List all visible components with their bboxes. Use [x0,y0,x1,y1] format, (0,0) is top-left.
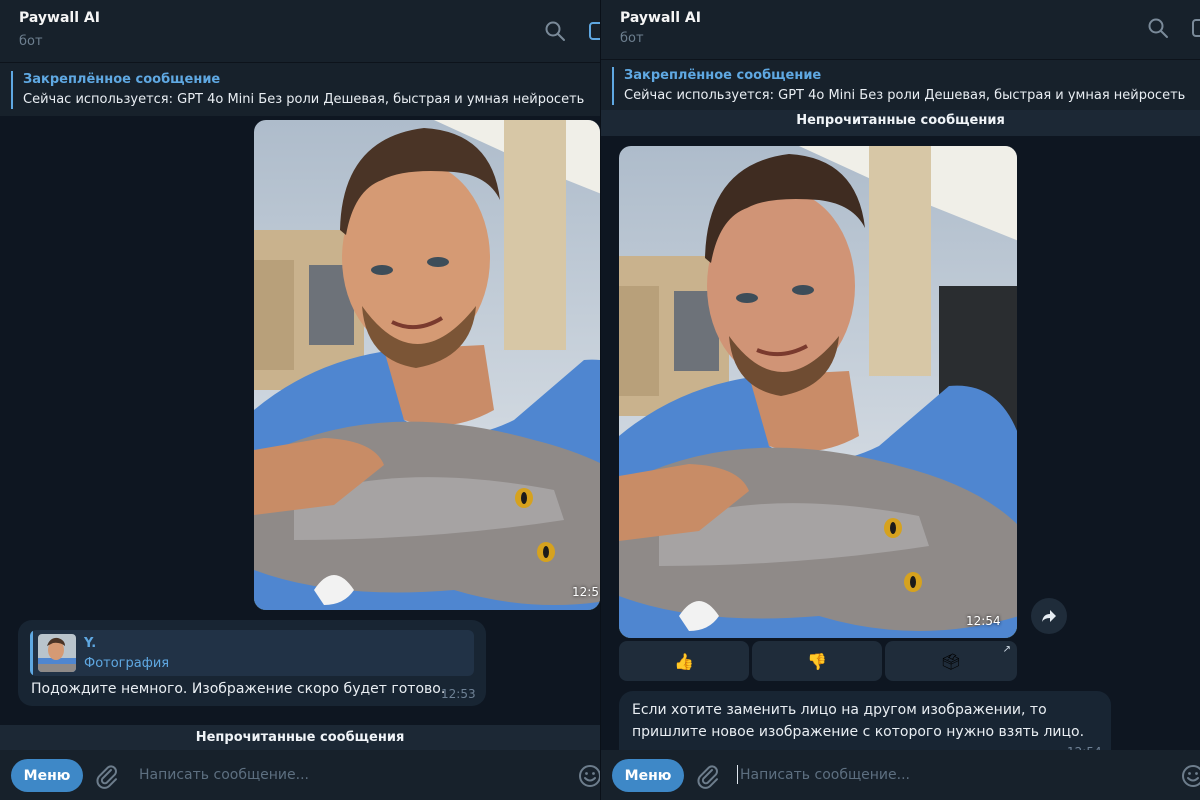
menu-button[interactable]: Меню [11,759,83,792]
menu-button[interactable]: Меню [612,759,684,792]
pinned-accent-bar [612,67,614,105]
pinned-text: Сейчас используется: GPT 4o Mini Без рол… [624,88,1186,103]
unread-messages-divider: Непрочитанные сообщения [0,725,600,751]
chat-subtitle: бот [19,34,43,49]
forward-button[interactable] [1031,598,1067,634]
forward-arrow-icon [1042,610,1056,622]
reply-thumbnail [38,634,76,672]
message-input[interactable]: Написать сообщение... [740,767,910,783]
pinned-text: Сейчас используется: GPT 4o Mini Без рол… [23,92,585,107]
thumbs-up-button[interactable]: 👍 [619,641,749,681]
thumbs-down-icon: 👎 [807,651,827,671]
emoji-icon[interactable] [577,763,600,789]
message-input[interactable]: Написать сообщение... [139,767,309,783]
thumbs-up-icon: 👍 [674,651,694,671]
search-icon[interactable] [544,20,566,42]
reply-accent-bar [30,630,33,676]
message-timestamp: 12:53 [441,687,476,701]
photo-man-with-cat-face-swapped [619,146,1017,638]
unread-messages-divider: Непрочитанные сообщения [601,110,1200,136]
photo-message[interactable]: 12:5 [254,120,600,610]
pinned-accent-bar [11,71,13,109]
pinned-title: Закреплённое сообщение [23,72,221,87]
message-input-bar: Меню Написать сообщение... [601,750,1200,800]
open-link-icon: ↗ [1002,644,1011,655]
photo-message[interactable]: 12:54 [619,146,1017,638]
reply-author: Y. [84,636,97,651]
paperclip-icon[interactable] [94,763,120,789]
chat-subtitle: бот [620,31,644,46]
emoji-icon[interactable] [1180,763,1200,789]
chat-window-right: Paywall AI бот Закреплённое сообщение Се… [600,0,1200,800]
search-icon[interactable] [1147,17,1169,39]
ballot-box-button[interactable]: 🗳 ↗ [885,641,1017,681]
message-text: Подождите немного. Изображение скоро буд… [31,681,446,697]
paperclip-icon[interactable] [695,763,721,789]
thumbs-down-button[interactable]: 👎 [752,641,882,681]
photo-timestamp: 12:5 [572,585,599,599]
bot-message-bubble: Y. Фотография Подождите немного. Изображ… [18,620,486,706]
sidebar-toggle-icon[interactable] [1191,17,1200,39]
pinned-message[interactable]: Закреплённое сообщение Сейчас использует… [601,59,1200,111]
message-input-bar: Меню Написать сообщение... [0,750,600,800]
chat-title: Paywall AI [620,10,701,26]
chat-header[interactable]: Paywall AI бот [601,0,1200,59]
text-cursor [737,765,738,784]
reply-quote[interactable]: Y. Фотография [30,630,474,676]
photo-man-with-cat [254,120,600,610]
chat-window-left: Paywall AI бот Закреплённое сообщение Се… [0,0,600,800]
pinned-title: Закреплённое сообщение [624,68,822,83]
chat-title: Paywall AI [19,10,100,26]
photo-timestamp: 12:54 [966,614,1001,628]
message-text-line-1: Если хотите заменить лицо на другом изоб… [632,702,1047,718]
sidebar-toggle-icon[interactable] [588,20,600,42]
chat-header[interactable]: Paywall AI бот [0,0,600,62]
message-text-line-2: пришлите новое изображение с которого ну… [632,724,1085,740]
ballot-box-icon: 🗳 [940,651,962,671]
reply-media-type: Фотография [84,656,170,671]
pinned-message[interactable]: Закреплённое сообщение Сейчас использует… [0,62,600,116]
